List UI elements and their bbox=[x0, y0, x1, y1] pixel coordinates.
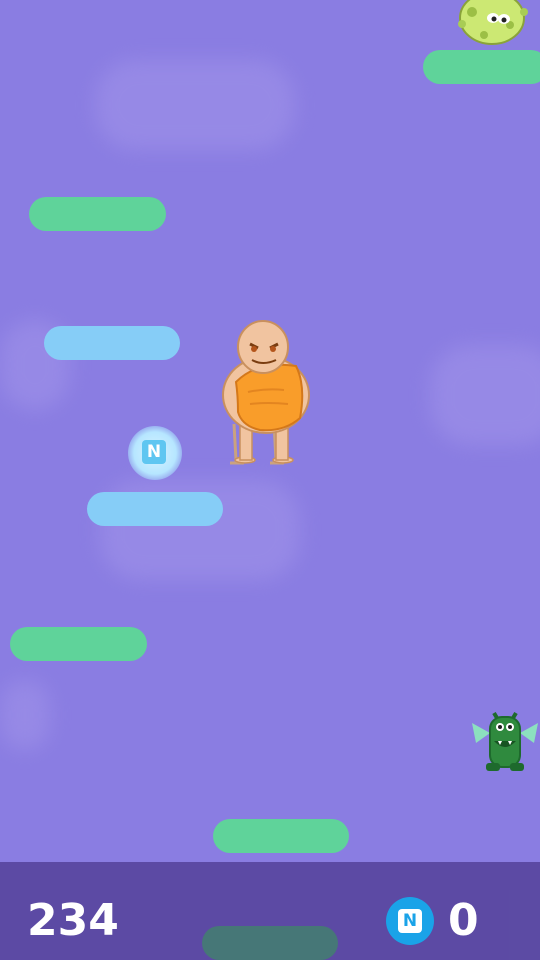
cloud bbox=[430, 345, 540, 445]
platform bbox=[213, 819, 349, 853]
cloud bbox=[0, 680, 50, 750]
winged-monster-enemy bbox=[472, 711, 538, 771]
score-display: 234 bbox=[27, 895, 119, 946]
game-stage[interactable]: N 234 N 0 bbox=[0, 0, 540, 960]
coin-icon: N bbox=[386, 897, 434, 945]
platform bbox=[10, 627, 147, 661]
platform-moving bbox=[44, 326, 180, 360]
coin-pickup-letter: N bbox=[142, 440, 166, 464]
coin-icon-letter: N bbox=[398, 909, 422, 933]
monk-character bbox=[222, 320, 310, 465]
platform bbox=[29, 197, 166, 231]
platform-moving bbox=[87, 492, 223, 526]
coin-count: 0 bbox=[448, 895, 479, 946]
platform bbox=[423, 50, 540, 84]
cloud bbox=[95, 60, 295, 150]
platform-under-hud bbox=[202, 926, 338, 960]
virus-monster-enemy bbox=[458, 0, 528, 45]
